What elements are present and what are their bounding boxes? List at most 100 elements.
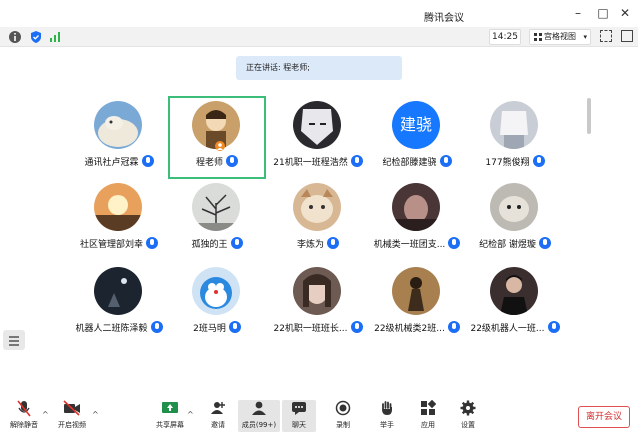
scrollbar[interactable] — [587, 98, 591, 134]
raise-hand-button[interactable]: 举手 — [367, 400, 407, 432]
avatar — [192, 183, 240, 231]
record-label: 录制 — [336, 421, 350, 429]
unmute-button[interactable]: 解除静音 — [4, 400, 44, 432]
members-icon — [238, 400, 280, 420]
chevron-down-icon: ▾ — [583, 33, 587, 41]
chat-button[interactable]: 聊天 — [282, 400, 316, 432]
close-icon[interactable]: ✕ — [616, 4, 634, 22]
participant-name: 纪检部滕建骁 — [382, 158, 437, 168]
mic-muted-icon — [150, 321, 163, 333]
window-title: 腾讯会议 — [424, 13, 464, 24]
participant-name: 22级机械类2班... — [374, 324, 445, 334]
mic-muted-icon — [547, 321, 560, 333]
avatar-text: 建骁 — [392, 101, 440, 149]
participant-tile[interactable]: 22级机械类2班... — [368, 262, 466, 345]
avatar — [490, 267, 538, 315]
view-mode-dropdown[interactable]: 宫格视图 ▾ — [529, 29, 591, 45]
signal-icon[interactable] — [48, 30, 62, 44]
mic-muted-icon — [228, 321, 241, 333]
host-icon — [215, 141, 225, 151]
chevron-up-icon[interactable]: ^ — [92, 410, 99, 419]
record-button[interactable]: 录制 — [323, 400, 363, 432]
chevron-up-icon[interactable]: ^ — [42, 410, 49, 419]
mic-muted-icon — [538, 237, 551, 249]
participant-tile[interactable]: 22机职一班班长... — [269, 262, 367, 345]
participant-tile[interactable]: 建骁 纪检部滕建骁 — [368, 96, 466, 179]
mic-muted-icon — [532, 155, 545, 167]
mic-muted-icon — [439, 155, 452, 167]
participant-list-toggle[interactable] — [3, 330, 25, 350]
participant-tile[interactable]: 通讯社卢冠霖 — [70, 96, 168, 179]
chat-label: 聊天 — [292, 421, 306, 429]
mic-muted-icon — [448, 237, 461, 249]
participant-tile[interactable]: 2班马明 — [168, 262, 266, 345]
grid-icon — [534, 33, 542, 41]
mic-muted-icon — [447, 321, 460, 333]
window-mode-icon[interactable] — [621, 30, 633, 42]
avatar — [293, 267, 341, 315]
title-bar: 腾讯会议 – □ ✕ — [0, 0, 638, 27]
avatar — [293, 183, 341, 231]
mic-off-icon — [4, 400, 44, 420]
chat-icon — [282, 400, 316, 420]
start-video-button[interactable]: 开启视频 — [52, 400, 92, 432]
participant-tile[interactable]: 22级机器人一班... — [466, 262, 564, 345]
participant-tile[interactable]: 李炼为 — [269, 178, 367, 261]
participant-tile[interactable]: 孤独的王 — [168, 178, 266, 261]
chevron-up-icon[interactable]: ^ — [187, 410, 194, 419]
invite-button[interactable]: 邀请 — [198, 400, 238, 432]
record-icon — [323, 400, 363, 420]
add-user-icon — [198, 400, 238, 420]
apps-icon — [408, 399, 448, 420]
apps-label: 应用 — [421, 421, 435, 429]
avatar — [192, 267, 240, 315]
shield-icon[interactable] — [29, 30, 43, 44]
settings-label: 设置 — [461, 421, 475, 429]
participant-name: 程老师 — [195, 158, 223, 168]
avatar — [293, 101, 341, 149]
hand-icon — [367, 400, 407, 420]
participant-name: 22机职一班班长... — [273, 324, 348, 334]
avatar — [392, 267, 440, 315]
speaking-banner: 正在讲话: 程老师; — [236, 56, 402, 80]
fullscreen-icon[interactable] — [600, 30, 612, 42]
participant-tile[interactable]: 纪检部 谢煜璇 — [466, 178, 564, 261]
minimize-icon[interactable]: – — [569, 4, 587, 22]
avatar — [94, 267, 142, 315]
leave-meeting-button[interactable]: 离开会议 — [578, 406, 630, 428]
participant-name: 机器人二班陈泽毅 — [75, 324, 148, 334]
participant-tile[interactable]: 机械类一班团支... — [368, 178, 466, 261]
participant-name: 21机职一班程浩然 — [273, 158, 348, 168]
participant-name: 2班马明 — [193, 324, 226, 334]
unmute-label: 解除静音 — [10, 421, 38, 429]
raise-hand-label: 举手 — [380, 421, 394, 429]
camera-off-icon — [52, 400, 92, 420]
participant-name: 通讯社卢冠霖 — [84, 158, 139, 168]
participant-name: 纪检部 谢煜璇 — [479, 240, 536, 250]
participant-tile[interactable]: 21机职一班程浩然 — [269, 96, 367, 179]
participant-tile-active[interactable]: 程老师 — [168, 96, 266, 179]
meeting-info-bar: 14:25 宫格视图 ▾ — [0, 27, 638, 47]
participant-tile[interactable]: 社区管理部刘幸 — [70, 178, 168, 261]
info-icon[interactable] — [8, 30, 22, 44]
apps-button[interactable]: 应用 — [408, 399, 448, 432]
participant-name: 社区管理部刘幸 — [79, 240, 143, 250]
share-screen-button[interactable]: 共享屏幕 — [150, 400, 190, 432]
settings-button[interactable]: 设置 — [448, 400, 488, 432]
participant-name: 177熊俊翔 — [485, 158, 530, 168]
mic-muted-icon — [350, 155, 363, 167]
avatar — [490, 101, 538, 149]
invite-label: 邀请 — [211, 421, 225, 429]
participant-tile[interactable]: 机器人二班陈泽毅 — [70, 262, 168, 345]
mic-muted-icon — [146, 237, 158, 249]
maximize-icon[interactable]: □ — [594, 4, 612, 22]
mic-muted-icon — [327, 237, 339, 249]
members-button[interactable]: 成员(99+) — [238, 400, 280, 432]
meeting-clock: 14:25 — [489, 29, 521, 45]
gear-icon — [448, 400, 488, 420]
mic-muted-icon — [230, 237, 243, 249]
participant-tile[interactable]: 177熊俊翔 — [466, 96, 564, 179]
avatar — [94, 101, 142, 149]
share-screen-icon — [150, 400, 190, 420]
bottom-toolbar: 解除静音 ^ 开启视频 ^ 共享屏幕 ^ 邀请 成员(99+) 聊天 录制 举手… — [0, 398, 638, 433]
